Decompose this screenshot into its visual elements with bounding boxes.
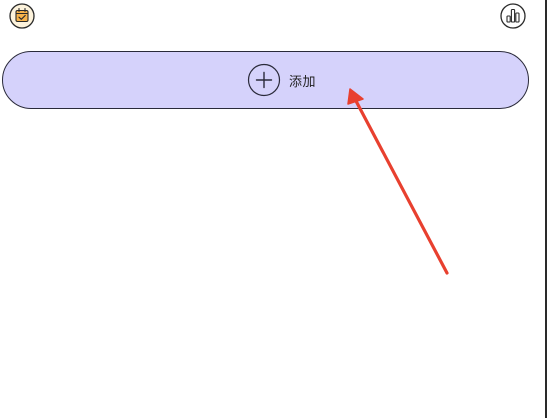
add-button-label: 添加 xyxy=(288,74,316,90)
bar-chart-icon xyxy=(500,3,526,29)
plus-circle-icon xyxy=(247,63,281,97)
calendar-check-icon xyxy=(9,3,35,29)
calendar-button[interactable] xyxy=(7,1,37,31)
statistics-button[interactable] xyxy=(498,1,528,31)
add-button[interactable]: 添加 xyxy=(2,51,529,109)
add-button-content: 添加 xyxy=(247,63,316,97)
app-screen: 添加 xyxy=(0,0,547,418)
